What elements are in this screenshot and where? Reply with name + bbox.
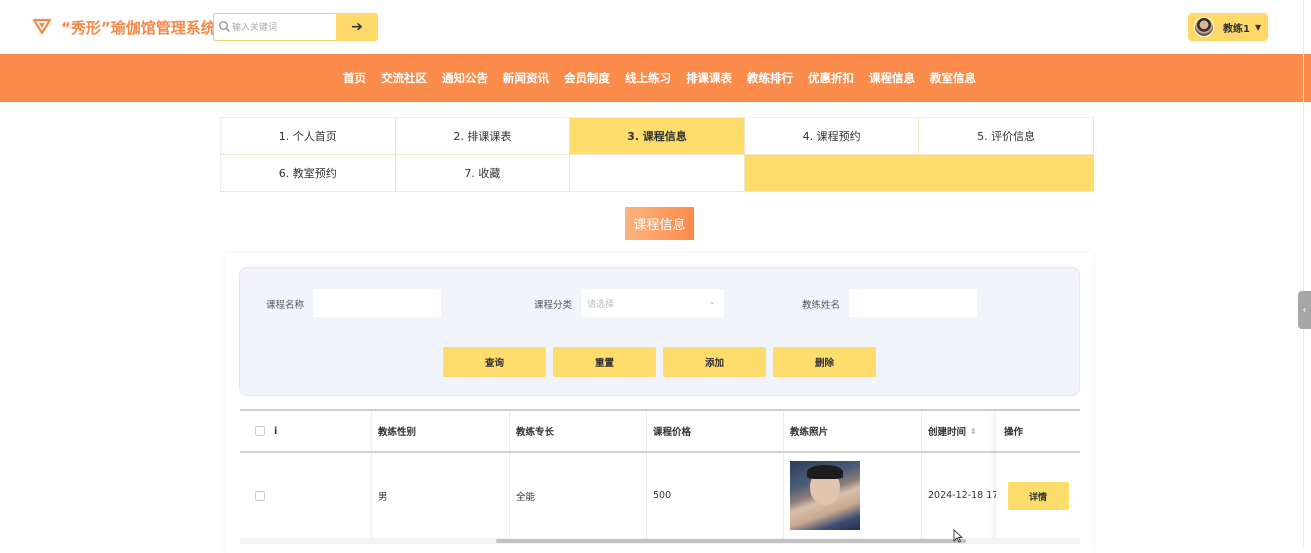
course-name-input[interactable] <box>313 289 441 317</box>
specialty-header: 教练专长 <box>510 411 647 451</box>
category-select[interactable]: 请选择 ⌄ <box>581 289 724 317</box>
section-title: 课程信息 <box>625 207 694 240</box>
created-header[interactable]: 创建时间 ⇕ <box>922 411 1002 451</box>
category-placeholder: 请选择 <box>587 299 615 310</box>
filter-panel <box>239 267 1080 396</box>
price-cell: 500 <box>647 453 784 538</box>
photo-cell <box>784 453 922 538</box>
row-checkbox[interactable] <box>255 490 265 501</box>
table-row: 男 全能 500 2024-12-18 17:4 <box>240 453 1080 539</box>
top-header: “秀形”瑜伽馆管理系统 ➔ 教练1 ▼ <box>0 0 1311 54</box>
nav-item-forum[interactable]: 交流社区 <box>374 70 435 86</box>
avatar <box>1194 17 1214 37</box>
gender-cell: 男 <box>372 453 510 538</box>
truncated-cell <box>270 453 372 538</box>
tab-favorites[interactable]: 7. 收藏 <box>395 155 571 192</box>
add-button[interactable]: 添加 <box>663 347 766 377</box>
photo-header: 教练照片 <box>784 411 922 451</box>
truncated-header: i <box>270 411 372 451</box>
tab-empty <box>570 155 745 192</box>
tab-reviews[interactable]: 5. 评价信息 <box>919 118 1094 155</box>
course-name-label: 课程名称 <box>266 300 305 311</box>
chevron-down-icon: ⌄ <box>708 297 716 307</box>
arrow-right-icon: ➔ <box>351 19 363 35</box>
nav-item-discounts[interactable]: 优惠折扣 <box>801 70 862 86</box>
tab-course-booking[interactable]: 4. 课程预约 <box>744 118 920 155</box>
created-cell: 2024-12-18 17:4 <box>922 453 1002 538</box>
nav-item-membership[interactable]: 会员制度 <box>557 70 618 86</box>
actions-header: 操作 <box>996 411 1080 453</box>
main-nav: 首页 交流社区 通知公告 新闻资讯 会员制度 线上练习 排课课表 教练排行 优惠… <box>0 54 1311 102</box>
tab-schedule[interactable]: 2. 排课课表 <box>395 118 571 155</box>
side-collapse-tab[interactable]: ‹ <box>1298 291 1311 329</box>
user-menu[interactable]: 教练1 ▼ <box>1188 13 1268 41</box>
tab-personal-home[interactable]: 1. 个人首页 <box>221 118 396 155</box>
caret-down-icon: ▼ <box>1254 22 1262 32</box>
center-tabs: 1. 个人首页 2. 排课课表 3. 课程信息 4. 课程预约 5. 评价信息 … <box>220 117 1094 192</box>
page-edge <box>1303 0 1311 547</box>
reset-button[interactable]: 重置 <box>553 347 656 377</box>
table-header-row: i 教练性别 教练专长 课程价格 教练照片 创建时间 ⇕ <box>240 411 1080 453</box>
tab-classroom-booking[interactable]: 6. 教室预约 <box>221 155 396 192</box>
nav-item-home[interactable]: 首页 <box>340 70 374 86</box>
nav-item-schedule[interactable]: 排课课表 <box>679 70 740 86</box>
coach-name-label: 教练姓名 <box>802 300 841 311</box>
tab-filler <box>744 155 1094 192</box>
category-label: 课程分类 <box>534 300 573 311</box>
nav-item-classrooms[interactable]: 教室信息 <box>923 70 984 86</box>
app-title: “秀形”瑜伽馆管理系统 <box>61 19 216 37</box>
nav-item-courses[interactable]: 课程信息 <box>862 70 923 86</box>
nav-item-online-practice[interactable]: 线上练习 <box>618 70 679 86</box>
price-header: 课程价格 <box>647 411 784 451</box>
course-table: i 教练性别 教练专长 课程价格 教练照片 创建时间 ⇕ 男 全能 500 20… <box>240 409 1080 540</box>
coach-photo <box>790 461 860 530</box>
nav-item-coach-ranking[interactable]: 教练排行 <box>740 70 801 86</box>
delete-button[interactable]: 删除 <box>773 347 876 377</box>
actions-cell: 详情 <box>996 453 1080 539</box>
tab-course-info[interactable]: 3. 课程信息 <box>570 118 745 155</box>
search-button[interactable]: ➔ <box>336 13 378 41</box>
logo-icon <box>33 18 51 35</box>
created-header-label: 创建时间 <box>928 427 967 438</box>
user-name: 教练1 <box>1223 23 1250 35</box>
query-button[interactable]: 查询 <box>443 347 546 377</box>
nav-item-news[interactable]: 新闻资讯 <box>496 70 557 86</box>
nav-item-notices[interactable]: 通知公告 <box>435 70 496 86</box>
search-icon <box>219 21 230 32</box>
scrollbar-thumb[interactable] <box>496 539 966 543</box>
select-all-checkbox[interactable] <box>255 426 265 436</box>
mouse-cursor-icon <box>953 529 963 543</box>
detail-button[interactable]: 详情 <box>1007 482 1069 510</box>
sort-icon[interactable]: ⇕ <box>970 427 977 436</box>
search-input[interactable] <box>232 14 332 40</box>
chevron-left-icon: ‹ <box>1302 304 1307 316</box>
actions-column: 操作 详情 <box>996 411 1080 539</box>
gender-header: 教练性别 <box>372 411 510 451</box>
specialty-cell: 全能 <box>510 453 647 538</box>
coach-name-input[interactable] <box>849 289 977 317</box>
